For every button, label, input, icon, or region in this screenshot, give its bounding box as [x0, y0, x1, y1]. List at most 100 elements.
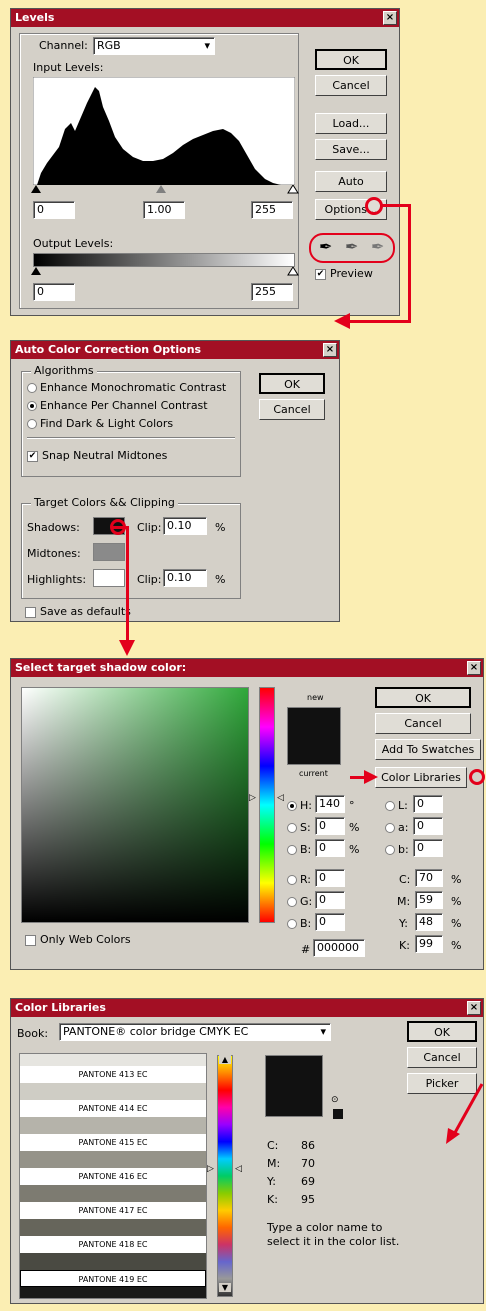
preview-checkbox[interactable]: ✔ Preview: [315, 267, 373, 280]
save-button[interactable]: Save...: [315, 139, 387, 160]
g-radio[interactable]: G:: [287, 895, 312, 908]
load-button[interactable]: Load...: [315, 113, 387, 134]
swatch-list[interactable]: PANTONE 413 EC PANTONE 414 EC PANTONE 415 …: [19, 1053, 207, 1299]
h-radio[interactable]: H:: [287, 799, 312, 812]
swatch-name[interactable]: PANTONE 413 EC: [20, 1066, 206, 1083]
hue-slider[interactable]: [259, 687, 275, 923]
swatch-color-bar[interactable]: [20, 1219, 206, 1236]
l-radio[interactable]: L:: [385, 799, 408, 812]
c-label: C:: [399, 873, 411, 886]
midtones-swatch[interactable]: [93, 543, 125, 561]
input-levels-label: Input Levels:: [33, 61, 104, 74]
blue-radio[interactable]: B:: [287, 917, 311, 930]
y-field[interactable]: 48: [415, 913, 443, 931]
color-field[interactable]: [21, 687, 249, 923]
annotation-line: [380, 204, 410, 207]
close-icon[interactable]: ×: [383, 11, 397, 25]
input-sliders[interactable]: [31, 185, 301, 195]
gray-eyedropper-icon[interactable]: ✒: [345, 237, 358, 256]
percent-label: %: [215, 573, 226, 586]
output-sliders[interactable]: [31, 267, 301, 277]
swatch-name[interactable]: PANTONE 418 EC: [20, 1236, 206, 1253]
lab-b-radio[interactable]: b:: [385, 843, 409, 856]
cancel-button[interactable]: Cancel: [407, 1047, 477, 1068]
libraries-title: Color Libraries: [15, 1001, 106, 1014]
swatch-name[interactable]: PANTONE 419 EC: [20, 1270, 206, 1287]
r-radio[interactable]: R:: [287, 873, 311, 886]
scroll-up-icon[interactable]: ▲: [219, 1055, 231, 1064]
close-icon[interactable]: ×: [323, 343, 337, 357]
ok-button[interactable]: OK: [375, 687, 471, 708]
a-radio[interactable]: a:: [385, 821, 408, 834]
cancel-button[interactable]: Cancel: [259, 399, 325, 420]
channel-select[interactable]: RGB ▾: [93, 37, 215, 55]
m-field[interactable]: 59: [415, 891, 443, 909]
swatch-color-bar[interactable]: [20, 1185, 206, 1202]
h-field[interactable]: 140: [315, 795, 345, 813]
scroll-down-icon[interactable]: ▼: [219, 1283, 231, 1292]
input-black-field[interactable]: 0: [33, 201, 75, 219]
book-select[interactable]: PANTONE® color bridge CMYK EC ▾: [59, 1023, 331, 1041]
swatch-name[interactable]: PANTONE 417 EC: [20, 1202, 206, 1219]
percent-label: %: [451, 917, 462, 930]
close-icon[interactable]: ×: [467, 1001, 481, 1015]
highlights-swatch[interactable]: [93, 569, 125, 587]
close-icon[interactable]: ×: [467, 661, 481, 675]
web-safe-swatch[interactable]: [333, 1109, 343, 1119]
output-gradient: [33, 253, 295, 267]
auto-button[interactable]: Auto: [315, 171, 387, 192]
chevron-down-icon: ▾: [320, 1025, 326, 1038]
swatch-color-bar[interactable]: [20, 1117, 206, 1134]
histogram: [33, 77, 295, 185]
snap-neutral-checkbox[interactable]: ✔ Snap Neutral Midtones: [27, 449, 167, 462]
k-field[interactable]: 99: [415, 935, 443, 953]
swatch-color-bar[interactable]: [20, 1151, 206, 1168]
auto-color-title: Auto Color Correction Options: [15, 343, 202, 356]
cancel-button[interactable]: Cancel: [375, 713, 471, 734]
lab-b-field[interactable]: 0: [413, 839, 443, 857]
b-radio[interactable]: B:: [287, 843, 311, 856]
input-gamma-field[interactable]: 1.00: [143, 201, 185, 219]
l-field[interactable]: 0: [413, 795, 443, 813]
swatch-name[interactable]: PANTONE 414 EC: [20, 1100, 206, 1117]
s-field[interactable]: 0: [315, 817, 345, 835]
color-libraries-button[interactable]: Color Libraries: [375, 767, 467, 788]
white-eyedropper-icon[interactable]: ✒: [371, 237, 384, 256]
swatch-color-bar[interactable]: [20, 1253, 206, 1270]
output-white-field[interactable]: 255: [251, 283, 293, 301]
save-defaults-checkbox[interactable]: Save as defaults: [25, 605, 131, 618]
s-radio[interactable]: S:: [287, 821, 311, 834]
c-field[interactable]: 70: [415, 869, 443, 887]
radio-dark-light[interactable]: Find Dark & Light Colors: [27, 417, 173, 430]
a-field[interactable]: 0: [413, 817, 443, 835]
ok-button[interactable]: OK: [407, 1021, 477, 1042]
add-to-swatches-button[interactable]: Add To Swatches: [375, 739, 481, 760]
b-field[interactable]: 0: [315, 839, 345, 857]
ok-button[interactable]: OK: [259, 373, 325, 394]
output-black-field[interactable]: 0: [33, 283, 75, 301]
gamut-warning-icon[interactable]: ⊙: [331, 1095, 339, 1105]
swatch-color-bar[interactable]: [20, 1287, 206, 1298]
blue-field[interactable]: 0: [315, 913, 345, 931]
s-unit: %: [349, 821, 360, 834]
k-value: 95: [301, 1193, 315, 1206]
hex-field[interactable]: 000000: [313, 939, 365, 957]
swatch-name[interactable]: PANTONE 416 EC: [20, 1168, 206, 1185]
swatch-list-top-row: [20, 1054, 206, 1066]
y-label: Y:: [267, 1175, 276, 1188]
arrow-icon: [334, 313, 350, 329]
black-eyedropper-icon[interactable]: ✒: [319, 237, 332, 256]
swatch-name[interactable]: PANTONE 415 EC: [20, 1134, 206, 1151]
g-field[interactable]: 0: [315, 891, 345, 909]
spectrum-slider[interactable]: [217, 1055, 233, 1297]
shadows-clip-field[interactable]: 0.10: [163, 517, 207, 535]
r-field[interactable]: 0: [315, 869, 345, 887]
highlights-clip-field[interactable]: 0.10: [163, 569, 207, 587]
swatch-color-bar[interactable]: [20, 1083, 206, 1100]
input-white-field[interactable]: 255: [251, 201, 293, 219]
only-web-checkbox[interactable]: Only Web Colors: [25, 933, 131, 946]
radio-per-channel[interactable]: Enhance Per Channel Contrast: [27, 399, 208, 412]
ok-button[interactable]: OK: [315, 49, 387, 70]
radio-monochromatic[interactable]: Enhance Monochromatic Contrast: [27, 381, 226, 394]
cancel-button[interactable]: Cancel: [315, 75, 387, 96]
